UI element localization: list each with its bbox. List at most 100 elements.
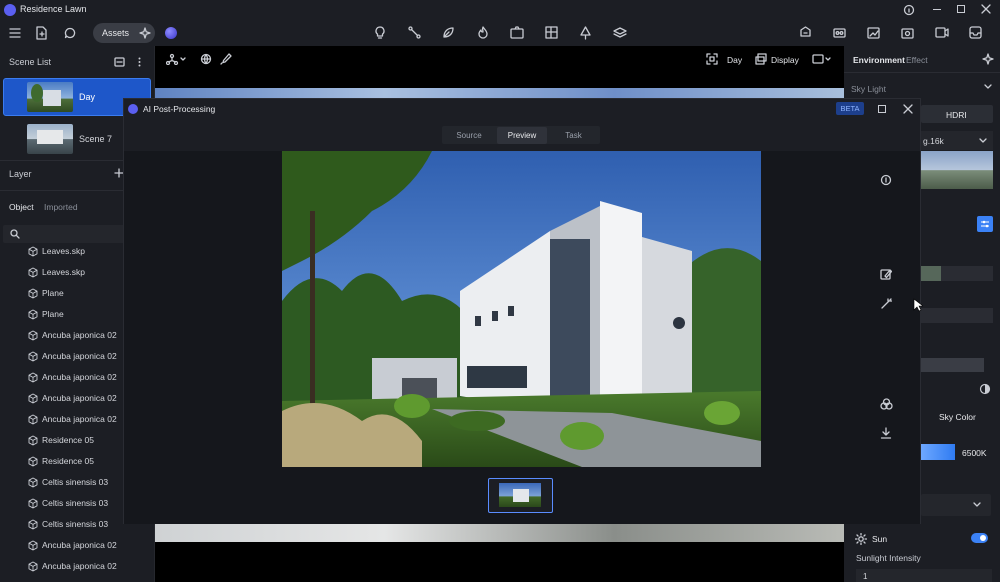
sparkle-icon[interactable] <box>139 27 151 39</box>
preset-label[interactable]: Day <box>727 55 742 65</box>
search-icon <box>10 229 20 239</box>
preview-thumbnail-selected[interactable] <box>488 478 553 513</box>
layer-label: Leaves.skp <box>42 246 85 256</box>
tab-effect[interactable]: Effect <box>906 55 928 65</box>
menu-icon[interactable] <box>9 28 21 38</box>
render-icon[interactable] <box>799 26 812 39</box>
layer-label: Ancuba japonica 02 <box>42 540 117 550</box>
tab-environment[interactable]: Environment <box>853 55 905 65</box>
chevron-down-icon[interactable] <box>979 138 987 144</box>
layer-label: Celtis sinensis 03 <box>42 498 109 508</box>
eyedropper-icon[interactable] <box>220 53 232 65</box>
sparkle-settings-icon[interactable] <box>982 53 994 65</box>
window-title: Residence Lawn <box>20 4 87 14</box>
transform-icon[interactable] <box>166 53 186 65</box>
layer-row[interactable]: Ancuba japonica 02 <box>0 556 155 577</box>
more-options-icon[interactable] <box>138 57 141 67</box>
globe-icon[interactable] <box>200 53 212 65</box>
color-temp-swatch[interactable] <box>921 444 955 460</box>
leaf-icon[interactable] <box>442 26 455 39</box>
slider-track[interactable] <box>941 266 993 281</box>
tree-icon[interactable] <box>579 26 592 40</box>
chat-icon[interactable] <box>64 27 76 39</box>
video-icon[interactable] <box>935 27 949 38</box>
display-label[interactable]: Display <box>771 55 799 65</box>
object-cube-icon <box>28 330 38 341</box>
sun-icon <box>855 533 867 545</box>
sky-light-label: Sky Light <box>851 84 886 94</box>
edit-image-icon[interactable] <box>880 268 892 280</box>
object-cube-icon <box>28 477 38 488</box>
beta-badge: BETA <box>836 102 864 115</box>
sunlight-intensity-value[interactable]: 1 <box>863 572 867 581</box>
object-cube-icon <box>28 435 38 446</box>
maximize-modal-button[interactable] <box>878 105 886 113</box>
slider-track[interactable] <box>921 308 993 323</box>
layer-label: Ancuba japonica 02 <box>42 351 117 361</box>
object-cube-icon <box>28 372 38 383</box>
magic-wand-icon[interactable] <box>880 298 892 310</box>
assets-label: Assets <box>102 28 130 38</box>
object-cube-icon <box>28 456 38 467</box>
sky-color-label: Sky Color <box>939 412 976 422</box>
tab-source[interactable]: Source <box>443 127 495 144</box>
focus-frame-icon[interactable] <box>706 53 718 65</box>
chevron-down-icon[interactable] <box>984 84 992 90</box>
info-icon[interactable] <box>880 174 892 186</box>
flame-icon[interactable] <box>477 26 489 39</box>
contrast-icon[interactable] <box>979 383 991 395</box>
path-icon[interactable] <box>408 26 421 39</box>
hdri-settings-button[interactable] <box>977 216 993 232</box>
layer-label: Residence 05 <box>42 456 94 466</box>
hdri-label: HDRI <box>946 110 967 120</box>
object-cube-icon <box>28 519 38 530</box>
sun-toggle[interactable] <box>971 533 988 543</box>
layer-label: Residence 05 <box>42 435 94 445</box>
tab-imported[interactable]: Imported <box>44 202 78 212</box>
material-icon[interactable] <box>545 26 558 39</box>
close-modal-icon[interactable] <box>903 104 913 114</box>
layer-label: Leaves.skp <box>42 267 85 277</box>
screenshot-icon[interactable] <box>901 26 914 39</box>
object-cube-icon <box>28 267 38 278</box>
layer-row[interactable]: Ancuba japonica 02 <box>0 535 155 556</box>
object-cube-icon <box>28 288 38 299</box>
maximize-button[interactable] <box>957 5 965 13</box>
download-icon[interactable] <box>880 427 892 439</box>
vr-icon[interactable] <box>833 26 846 39</box>
close-window-button[interactable] <box>980 3 992 15</box>
color-temp-value[interactable]: 6500K <box>962 448 987 458</box>
object-cube-icon <box>28 246 38 257</box>
blend-icon[interactable] <box>880 398 893 410</box>
inbox-icon[interactable] <box>969 26 982 39</box>
minimize-button[interactable] <box>933 9 941 10</box>
scene-label[interactable]: Scene 7 <box>79 134 112 144</box>
layer-label: Plane <box>42 288 64 298</box>
camera-view-icon[interactable] <box>812 53 832 65</box>
layer-label: Ancuba japonica 02 <box>42 561 117 571</box>
ai-orb-icon[interactable] <box>165 27 177 39</box>
color-swatch[interactable] <box>921 266 941 281</box>
export-image-icon[interactable] <box>867 26 880 39</box>
slider-track[interactable] <box>921 358 984 372</box>
import-file-icon[interactable] <box>35 26 47 40</box>
light-bulb-icon[interactable] <box>374 26 386 40</box>
layers-icon[interactable] <box>613 27 627 39</box>
preview-image <box>282 151 761 467</box>
tab-task[interactable]: Task <box>548 127 599 144</box>
tab-object[interactable]: Object <box>9 202 34 212</box>
help-icon[interactable] <box>903 4 915 16</box>
layer-label: Celtis sinensis 03 <box>42 519 109 529</box>
add-scene-icon[interactable] <box>114 57 125 67</box>
display-icon[interactable] <box>755 53 767 65</box>
modal-logo <box>128 104 138 114</box>
object-cube-icon <box>28 498 38 509</box>
hdri-file-label: g.16k <box>923 136 944 146</box>
camera-icon[interactable] <box>510 26 524 39</box>
sun-label: Sun <box>872 534 888 544</box>
divider <box>844 72 1000 73</box>
sunlight-intensity-input[interactable] <box>856 569 992 582</box>
tab-preview[interactable]: Preview <box>497 127 547 144</box>
layer-label: Ancuba japonica 02 <box>42 393 117 403</box>
hdri-preview[interactable] <box>921 151 993 189</box>
